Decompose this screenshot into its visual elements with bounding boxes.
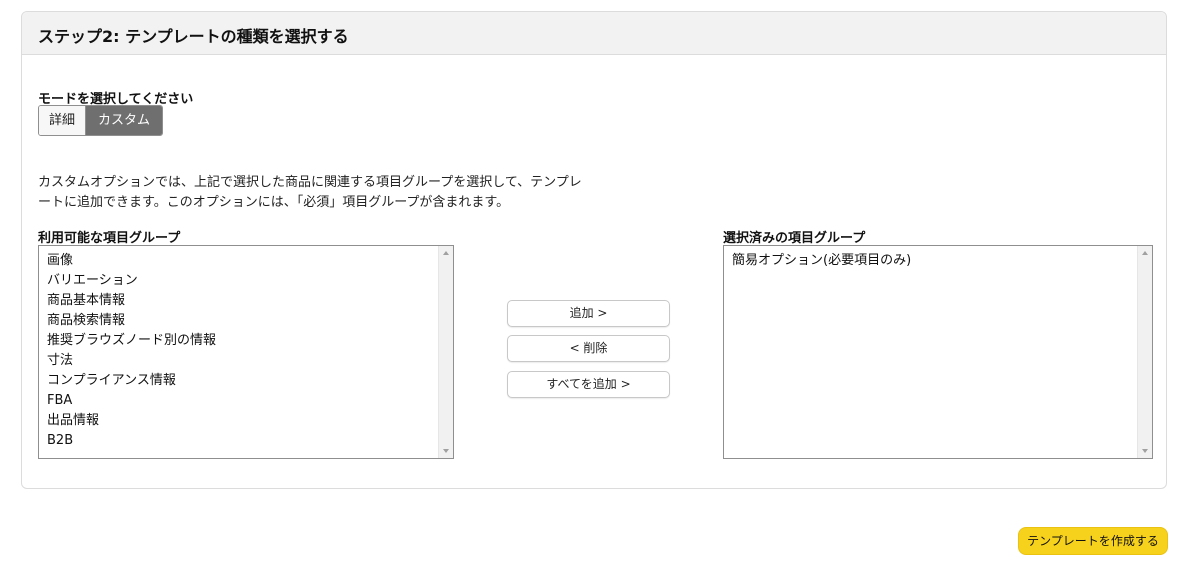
list-item[interactable]: バリエーション bbox=[47, 271, 453, 291]
list-item[interactable]: FBA bbox=[47, 391, 453, 411]
list-item[interactable]: 画像 bbox=[47, 251, 453, 271]
list-item[interactable]: 出品情報 bbox=[47, 411, 453, 431]
remove-button[interactable]: < 削除 bbox=[507, 335, 670, 362]
selected-groups-label: 選択済みの項目グループ bbox=[723, 231, 866, 246]
list-item[interactable]: 商品基本情報 bbox=[47, 291, 453, 311]
list-item[interactable]: 簡易オプション(必要項目のみ) bbox=[732, 251, 1152, 271]
list-item[interactable]: コンプライアンス情報 bbox=[47, 371, 453, 391]
selected-groups-listbox[interactable]: 簡易オプション(必要項目のみ) bbox=[723, 245, 1153, 459]
add-all-button[interactable]: すべてを追加 > bbox=[507, 371, 670, 398]
available-groups-list: 画像 バリエーション 商品基本情報 商品検索情報 推奨ブラウズノード別の情報 寸… bbox=[39, 246, 453, 451]
selected-groups-list: 簡易オプション(必要項目のみ) bbox=[724, 246, 1152, 271]
mode-segmented-control: 詳細 カスタム bbox=[38, 105, 164, 136]
description-line-2: ートに追加できます。このオプションには、「必須」項目グループが含まれます。 bbox=[38, 195, 510, 210]
create-template-button[interactable]: テンプレートを作成する bbox=[1018, 527, 1168, 555]
list-item[interactable]: 寸法 bbox=[47, 351, 453, 371]
list-item[interactable]: 商品検索情報 bbox=[47, 311, 453, 331]
step-title: ステップ2: テンプレートの種類を選択する bbox=[22, 12, 1166, 55]
scroll-down-icon[interactable] bbox=[1142, 449, 1148, 453]
description-line-1: カスタムオプションでは、上記で選択した商品に関連する項目グループを選択して、テン… bbox=[38, 175, 582, 190]
available-list-scrollbar[interactable] bbox=[438, 246, 453, 458]
add-button[interactable]: 追加 > bbox=[507, 300, 670, 327]
template-type-card: ステップ2: テンプレートの種類を選択する モードを選択してください 詳細 カス… bbox=[21, 11, 1167, 489]
available-groups-label: 利用可能な項目グループ bbox=[38, 231, 181, 246]
scroll-up-icon[interactable] bbox=[1142, 251, 1148, 255]
scroll-down-icon[interactable] bbox=[443, 449, 449, 453]
list-item[interactable]: 推奨ブラウズノード別の情報 bbox=[47, 331, 453, 351]
mode-option-custom[interactable]: カスタム bbox=[85, 106, 163, 135]
scroll-up-icon[interactable] bbox=[443, 251, 449, 255]
mode-option-detail[interactable]: 詳細 bbox=[39, 106, 86, 135]
custom-mode-description: カスタムオプションでは、上記で選択した商品に関連する項目グループを選択して、テン… bbox=[38, 173, 583, 213]
available-groups-listbox[interactable]: 画像 バリエーション 商品基本情報 商品検索情報 推奨ブラウズノード別の情報 寸… bbox=[38, 245, 454, 459]
selected-list-scrollbar[interactable] bbox=[1137, 246, 1152, 458]
list-item[interactable]: B2B bbox=[47, 431, 453, 451]
